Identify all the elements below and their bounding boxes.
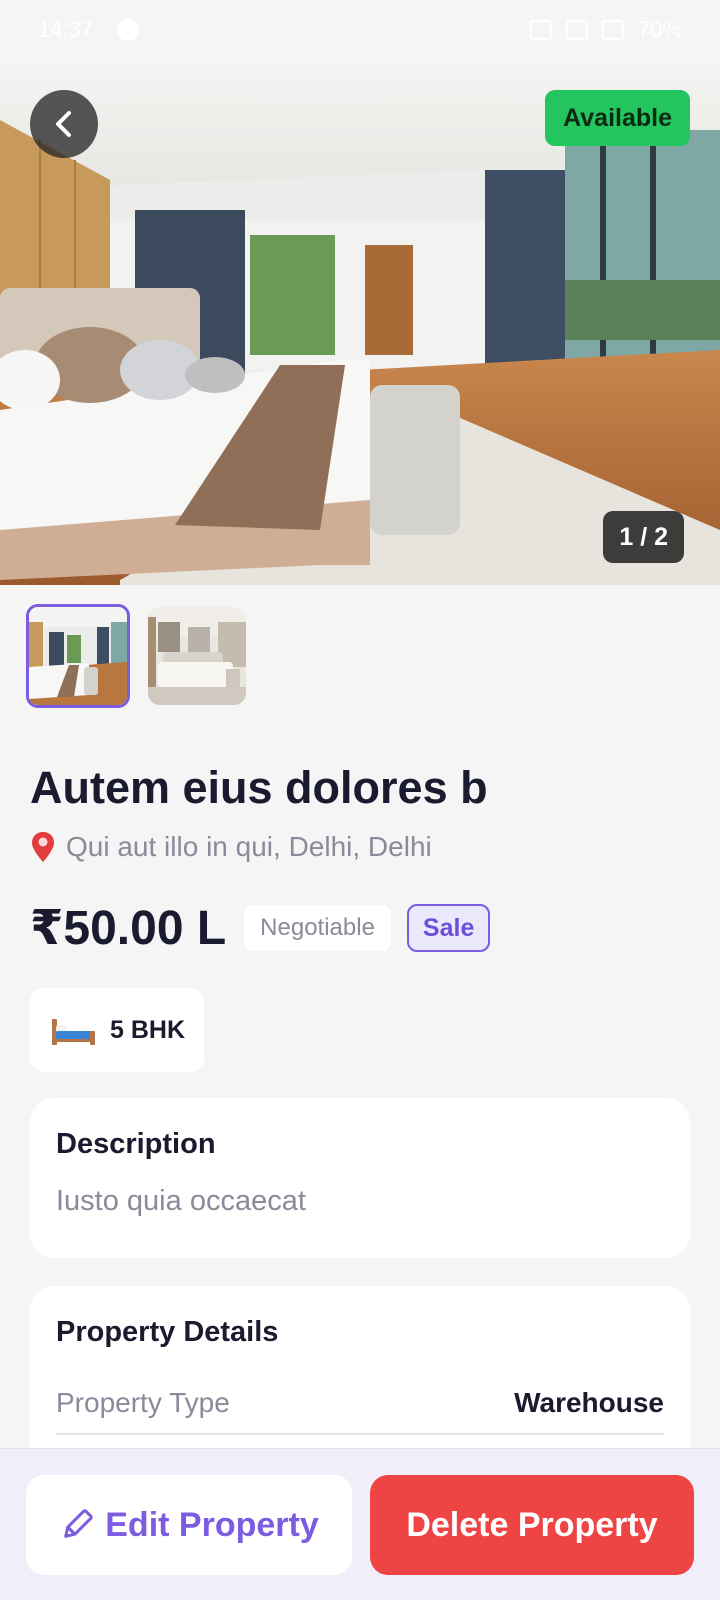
description-heading: Description: [56, 1128, 216, 1160]
map-pin-icon: [32, 832, 54, 862]
edit-label: Edit Property: [105, 1505, 319, 1544]
bedroom-photo-1: [29, 607, 127, 705]
availability-badge: Available: [545, 90, 690, 146]
bhk-chip: 5 BHK: [30, 988, 204, 1072]
negotiable-tag: Negotiable: [244, 905, 391, 951]
detail-value: Warehouse: [514, 1387, 664, 1418]
property-image-gallery[interactable]: Available 1 / 2: [0, 60, 720, 585]
alert-icon: [117, 19, 140, 41]
chevron-left-icon: [56, 111, 71, 137]
battery-level: 70%: [637, 17, 682, 42]
detail-row-property-type: Property Type Warehouse: [56, 1387, 664, 1435]
description-card: Description Iusto quia occaecat: [30, 1098, 690, 1258]
wifi-icon: [565, 20, 588, 40]
details-heading: Property Details: [56, 1316, 279, 1348]
thumbnail-2[interactable]: [148, 607, 246, 705]
image-counter: 1 / 2: [603, 511, 684, 563]
thumbnail-1[interactable]: [26, 604, 130, 708]
bottom-action-bar: Edit Property Delete Property: [0, 1448, 720, 1600]
edit-property-button[interactable]: Edit Property: [26, 1475, 352, 1575]
pencil-icon: [64, 1509, 93, 1538]
status-time: 14:37: [38, 17, 94, 42]
status-bar: 14:37 70%: [0, 0, 720, 60]
bhk-label: 5 BHK: [110, 1015, 186, 1044]
delete-label: Delete Property: [406, 1505, 658, 1544]
battery-icon: [601, 20, 624, 40]
signal-icon: [529, 20, 552, 40]
thumbnail-strip: [26, 604, 246, 708]
price-row: ₹50.00 L Negotiable Sale: [30, 900, 491, 956]
status-icons: 70%: [529, 17, 682, 43]
property-location: Qui aut illo in qui, Delhi, Delhi: [30, 830, 432, 864]
price: ₹50.00 L: [30, 902, 227, 955]
delete-property-button[interactable]: Delete Property: [370, 1475, 694, 1575]
listing-type-tag: Sale: [406, 904, 491, 952]
detail-key: Property Type: [56, 1387, 230, 1418]
description-text: Iusto quia occaecat: [56, 1185, 306, 1217]
bedroom-photo-2: [148, 607, 246, 705]
bed-icon: [52, 1019, 95, 1045]
property-title: Autem eius dolores b: [30, 762, 488, 813]
back-button[interactable]: [30, 90, 98, 158]
location-text: Qui aut illo in qui, Delhi, Delhi: [66, 831, 432, 862]
